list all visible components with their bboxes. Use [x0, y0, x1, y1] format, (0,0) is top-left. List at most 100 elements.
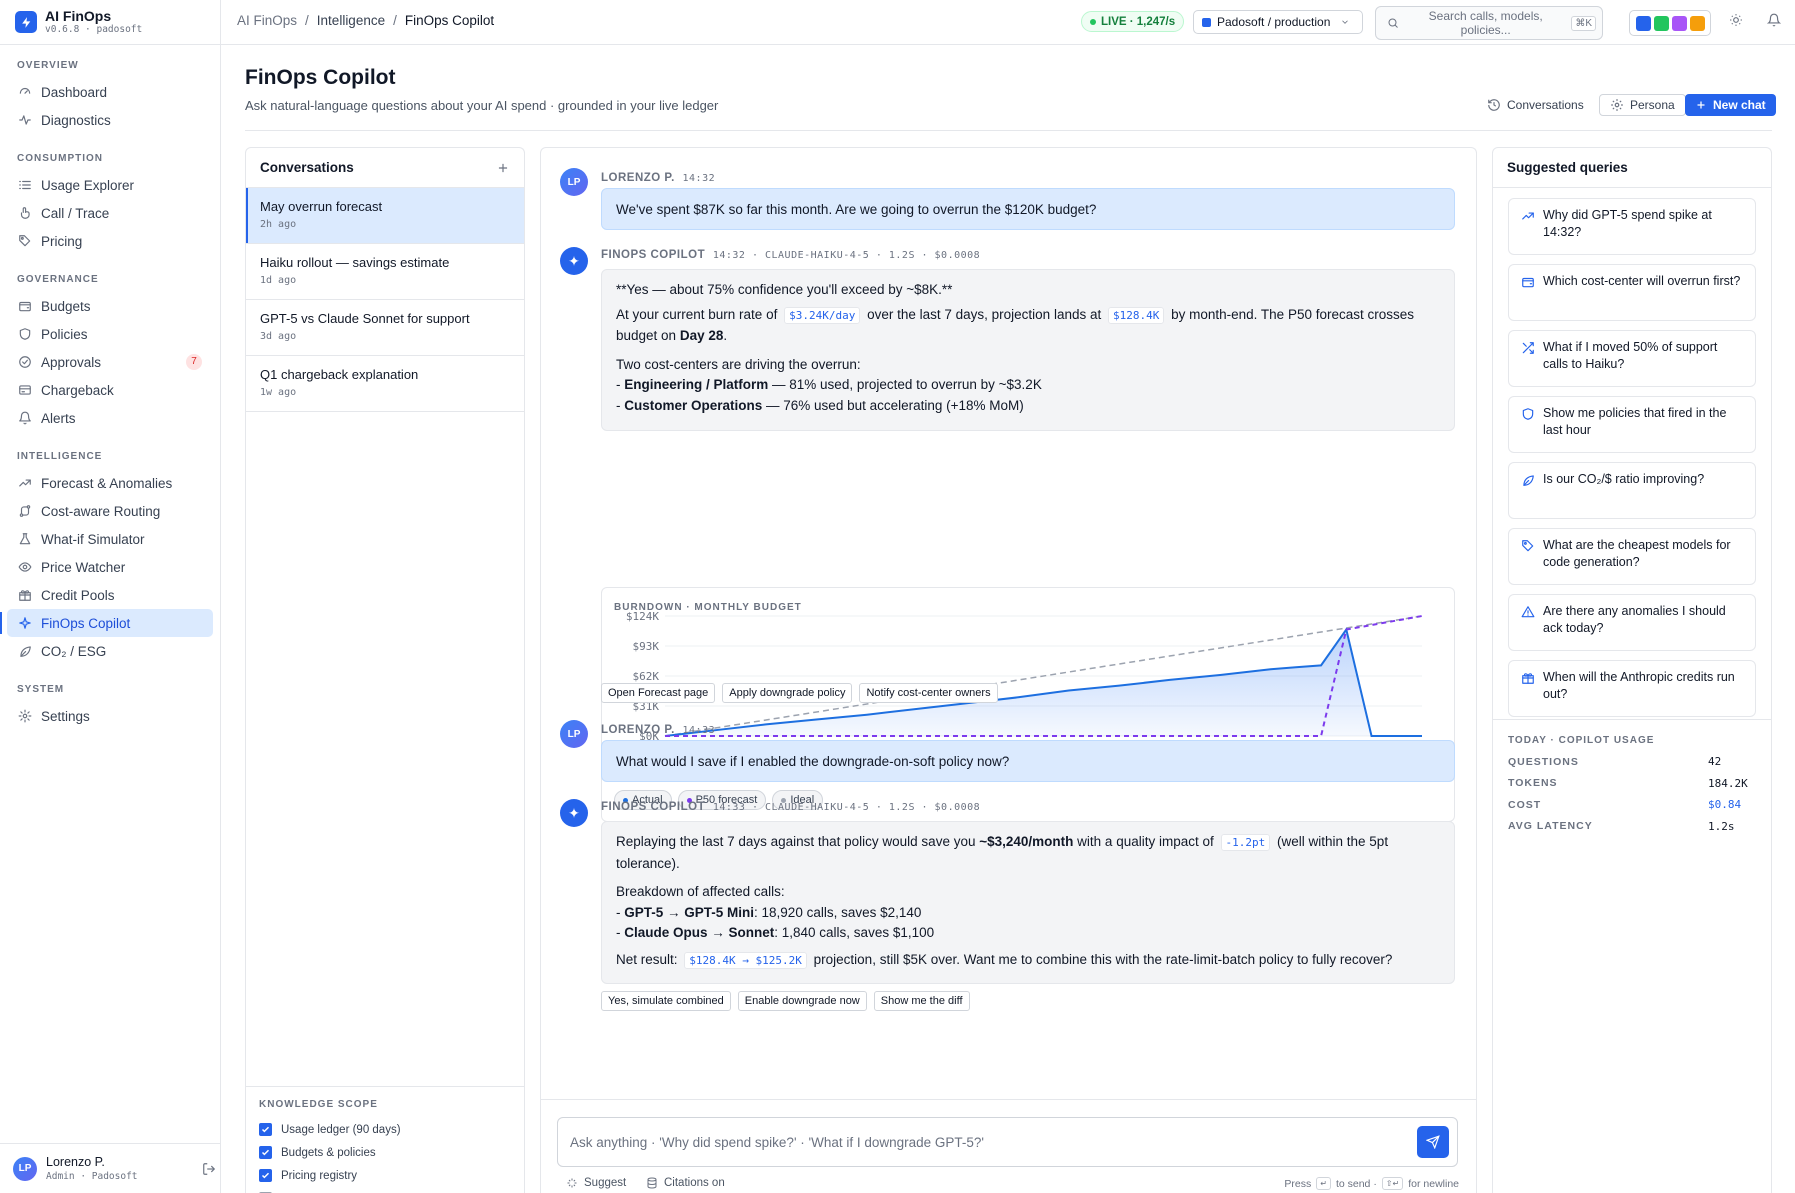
citations-label: Citations on	[664, 1177, 725, 1189]
sidebar-item-price-watcher[interactable]: Price Watcher	[7, 553, 213, 581]
sidebar-item-approvals[interactable]: Approvals 7	[7, 348, 213, 376]
search-input[interactable]: Search calls, models, policies... ⌘K	[1375, 6, 1603, 40]
sidebar-item-usage-explorer[interactable]: Usage Explorer	[7, 171, 213, 199]
conversation-title: May overrun forecast	[260, 199, 383, 214]
sidebar-item-chargeback[interactable]: Chargeback	[7, 376, 213, 404]
quick-action-button[interactable]: Open Forecast page	[601, 683, 716, 703]
conversation-item[interactable]: Haiku rollout — savings estimate 1d ago	[246, 244, 524, 300]
suggested-query[interactable]: Is our CO₂/$ ratio improving?	[1508, 462, 1756, 519]
suggested-query[interactable]: What if I moved 50% of support calls to …	[1508, 330, 1756, 387]
conversations-button[interactable]: Conversations	[1487, 94, 1584, 116]
logout-icon[interactable]	[202, 1162, 216, 1176]
breadcrumb-root[interactable]: AI FinOps	[237, 13, 297, 28]
persona-button-label: Persona	[1630, 98, 1675, 112]
suggested-query[interactable]: Why did GPT-5 spend spike at 14:32?	[1508, 198, 1756, 255]
theme-swatch[interactable]	[1671, 15, 1687, 31]
suggested-query[interactable]: Are there any anomalies I should ack tod…	[1508, 594, 1756, 651]
sidebar-item-label: Pricing	[41, 233, 83, 249]
send-icon	[1426, 1135, 1440, 1149]
sidebar-item-finops-copilot[interactable]: FinOps Copilot	[0, 609, 213, 637]
message-header: FINOPS COPILOT 14:33 · CLAUDE-HAIKU-4-5 …	[601, 801, 980, 813]
suggested-query[interactable]: What are the cheapest models for code ge…	[1508, 528, 1756, 585]
route-icon	[19, 505, 31, 517]
knowledge-scope-title: KNOWLEDGE SCOPE	[259, 1099, 378, 1110]
suggested-query[interactable]: Show me policies that fired in the last …	[1508, 396, 1756, 453]
checkbox[interactable]	[259, 1169, 272, 1182]
sidebar-item-forecast-anomalies[interactable]: Forecast & Anomalies	[7, 469, 213, 497]
add-conversation-icon[interactable]	[496, 161, 510, 175]
conversation-item[interactable]: GPT-5 vs Claude Sonnet for support 3d ago	[246, 300, 524, 356]
knowledge-scope-option[interactable]: Budgets & policies	[259, 1141, 511, 1164]
sidebar-item-dashboard[interactable]: Dashboard	[7, 78, 213, 106]
message-time: 14:32	[682, 173, 716, 184]
conversation-item[interactable]: May overrun forecast 2h ago	[246, 188, 524, 244]
sidebar-item-co-esg[interactable]: CO₂ / ESG	[7, 637, 213, 665]
new-chat-button[interactable]: New chat	[1685, 94, 1776, 116]
receipt-icon	[19, 385, 31, 395]
sidebar-item-label: Policies	[41, 326, 88, 342]
sun-icon[interactable]	[1729, 13, 1743, 27]
sidebar-item-cost-aware-routing[interactable]: Cost-aware Routing	[7, 497, 213, 525]
theme-swatch[interactable]	[1689, 15, 1705, 31]
sidebar-item-label: Budgets	[41, 298, 91, 314]
user-message: What would I save if I enabled the downg…	[601, 740, 1455, 782]
suggested-query[interactable]: Which cost-center will overrun first?	[1508, 264, 1756, 321]
bold-text: Day 28	[679, 328, 724, 343]
chevron-down-icon	[1342, 20, 1349, 24]
text: — 76% used but accelerating (+18% MoM)	[762, 397, 1024, 413]
sidebar-item-diagnostics[interactable]: Diagnostics	[7, 106, 213, 134]
quick-action-button[interactable]: Apply downgrade policy	[722, 683, 853, 703]
gift-icon	[19, 590, 31, 601]
user-avatar[interactable]: LP	[13, 1156, 37, 1181]
sidebar-item-budgets[interactable]: Budgets	[7, 292, 213, 320]
answer-line: Net result: $128.4K → $125.2K projection…	[616, 950, 1440, 972]
usage-key: QUESTIONS	[1508, 755, 1579, 768]
trace-icon	[20, 207, 30, 219]
breadcrumb-separator: /	[305, 13, 309, 28]
usage-key: COST	[1508, 798, 1542, 811]
persona-button[interactable]: Persona	[1599, 94, 1686, 116]
bell-icon[interactable]	[1767, 13, 1781, 27]
suggested-query[interactable]: When will the Anthropic credits run out?	[1508, 660, 1756, 717]
chat-input[interactable]: Ask anything · 'Why did spend spike?' · …	[557, 1117, 1458, 1167]
checkbox[interactable]	[259, 1146, 272, 1159]
knowledge-scope-option[interactable]: Pricing registry	[259, 1164, 511, 1187]
environment-select[interactable]: Padosoft / production	[1193, 10, 1363, 34]
suggested-panel: Suggested queries Why did GPT-5 spend sp…	[1492, 147, 1772, 1193]
quick-action-button[interactable]: Enable downgrade now	[737, 991, 867, 1011]
breadcrumb-section[interactable]: Intelligence	[317, 13, 385, 28]
knowledge-scope-option[interactable]: Usage ledger (90 days)	[259, 1118, 511, 1141]
suggest-toggle[interactable]: Suggest	[565, 1177, 626, 1189]
sidebar-item-settings[interactable]: Settings	[7, 702, 213, 730]
send-button[interactable]	[1417, 1126, 1449, 1158]
quick-action-button[interactable]: Yes, simulate combined	[601, 991, 731, 1011]
answer-paragraph: Replaying the last 7 days against that p…	[616, 832, 1440, 874]
checkbox[interactable]	[259, 1123, 272, 1136]
suggested-query-text: What if I moved 50% of support calls to …	[1543, 340, 1718, 371]
sidebar-item-pricing[interactable]: Pricing	[7, 227, 213, 255]
knowledge-scope-option[interactable]: Compliance logs	[259, 1187, 511, 1193]
sidebar-item-label: Credit Pools	[41, 587, 115, 603]
quick-action-button[interactable]: Show me the diff	[873, 991, 970, 1011]
theme-swatches[interactable]	[1629, 10, 1711, 36]
dashboard-icon	[19, 87, 31, 94]
sidebar-item-what-if-simulator[interactable]: What-if Simulator	[7, 525, 213, 553]
theme-swatch[interactable]	[1653, 15, 1669, 31]
new-chat-button-label: New chat	[1713, 98, 1766, 112]
sidebar-item-policies[interactable]: Policies	[7, 320, 213, 348]
text: Press	[1284, 1177, 1312, 1190]
conversations-title: Conversations	[260, 160, 354, 175]
user-box: LP Lorenzo P. Admin · Padosoft	[0, 1143, 220, 1193]
sidebar-item-call-trace[interactable]: Call / Trace	[7, 199, 213, 227]
sidebar-item-alerts[interactable]: Alerts	[7, 404, 213, 432]
trend-icon	[19, 479, 31, 487]
keyboard-hint: Press ↵ to send · ⇧↵ for newline	[1284, 1177, 1459, 1190]
suggested-query-text: Which cost-center will overrun first?	[1543, 274, 1741, 288]
answer-line: Two cost-centers are driving the overrun…	[616, 356, 861, 372]
sidebar-item-credit-pools[interactable]: Credit Pools	[7, 581, 213, 609]
conversation-item[interactable]: Q1 chargeback explanation 1w ago	[246, 356, 524, 412]
quick-action-button[interactable]: Notify cost-center owners	[859, 683, 998, 703]
citations-toggle[interactable]: Citations on	[645, 1177, 725, 1189]
search-placeholder: Search calls, models, policies...	[1428, 9, 1543, 37]
theme-swatch[interactable]	[1635, 15, 1651, 31]
